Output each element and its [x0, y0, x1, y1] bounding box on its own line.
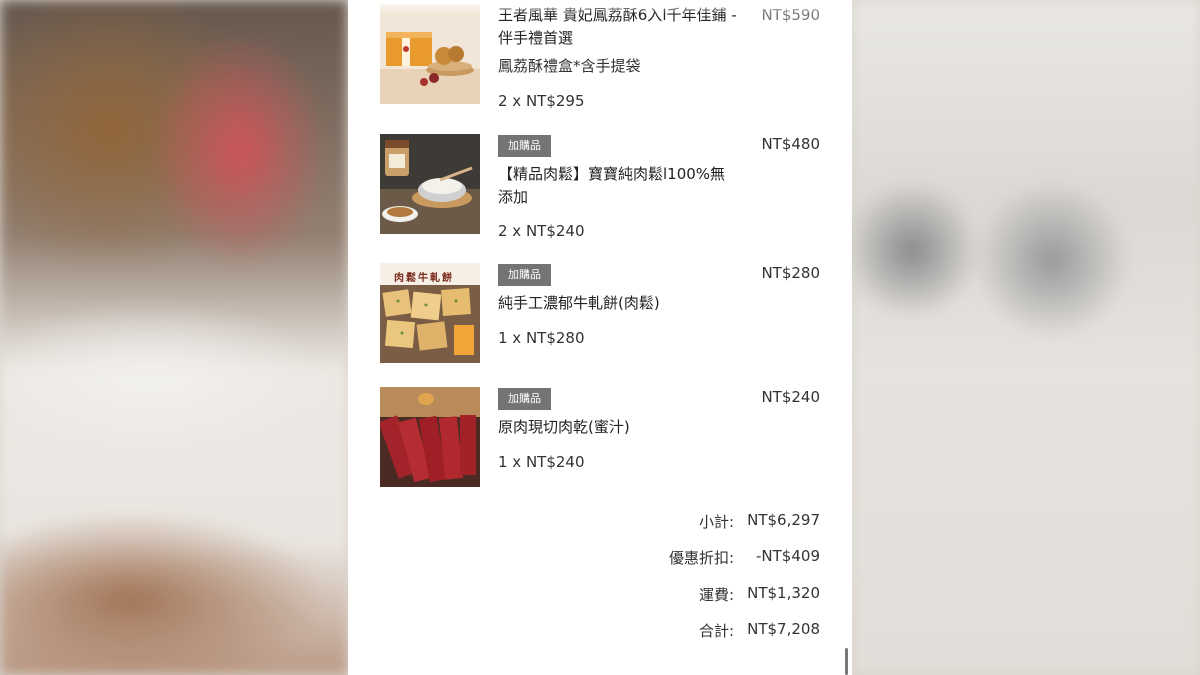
list-item[interactable]: 加購品 【精品肉鬆】寶寶純肉鬆l100%無添加 2 x NT$240 NT$48… — [380, 134, 820, 240]
add-on-badge: 加購品 — [498, 388, 551, 410]
scrollbar[interactable] — [845, 648, 848, 675]
list-item[interactable]: 王者風華 貴妃鳳荔酥6入l千年佳鋪 - 伴手禮首選 鳳荔酥禮盒*含手提袋 2 x… — [380, 4, 820, 114]
list-item[interactable]: 加購品 原肉現切肉乾(蜜汁) 1 x NT$240 NT$240 — [380, 387, 820, 489]
discount-value: -NT$409 — [756, 547, 820, 565]
total-row: 合計: NT$7,208 — [520, 620, 820, 640]
shipping-value: NT$1,320 — [747, 584, 820, 602]
order-summary-screen: 王者風華 貴妃鳳荔酥6入l千年佳鋪 - 伴手禮首選 鳳荔酥禮盒*含手提袋 2 x… — [348, 0, 852, 675]
discount-row: 優惠折扣: -NT$409 — [520, 547, 820, 567]
discount-label: 優惠折扣: — [668, 549, 734, 567]
product-quantity: 2 x NT$295 — [498, 92, 585, 110]
product-quantity: 1 x NT$280 — [498, 329, 585, 347]
product-image-jerky — [380, 387, 480, 487]
product-option: 鳳荔酥禮盒*含手提袋 — [498, 57, 641, 75]
total-label: 合計: — [698, 622, 734, 640]
shipping-row: 運費: NT$1,320 — [520, 584, 820, 604]
list-item[interactable]: 肉鬆牛軋餅 加購品 純手工濃郁牛軋餅(肉鬆) 1 x NT$280 NT$280 — [380, 263, 820, 365]
product-price: NT$240 — [761, 388, 820, 406]
subtotal-value: NT$6,297 — [747, 511, 820, 529]
product-quantity: 2 x NT$240 — [498, 222, 585, 240]
image-caption: 肉鬆牛軋餅 — [394, 273, 454, 284]
blurred-background-right — [852, 0, 1200, 675]
product-name: 原肉現切肉乾(蜜汁) — [498, 418, 630, 436]
total-value: NT$7,208 — [747, 620, 820, 638]
product-image-nougat-crackers: 肉鬆牛軋餅 — [380, 263, 480, 363]
product-price: NT$280 — [761, 264, 820, 282]
product-name: 【精品肉鬆】寶寶純肉鬆l100%無添加 — [498, 165, 726, 206]
add-on-badge: 加購品 — [498, 264, 551, 286]
subtotal-row: 小計: NT$6,297 — [520, 511, 820, 531]
subtotal-label: 小計: — [698, 513, 734, 531]
add-on-badge: 加購品 — [498, 135, 551, 157]
product-image-pork-floss — [380, 134, 480, 234]
product-name: 純手工濃郁牛軋餅(肉鬆) — [498, 294, 660, 312]
product-image-pastry-gift-box — [380, 4, 480, 104]
product-price: NT$480 — [761, 135, 820, 153]
product-quantity: 1 x NT$240 — [498, 453, 585, 471]
shipping-label: 運費: — [698, 586, 734, 604]
